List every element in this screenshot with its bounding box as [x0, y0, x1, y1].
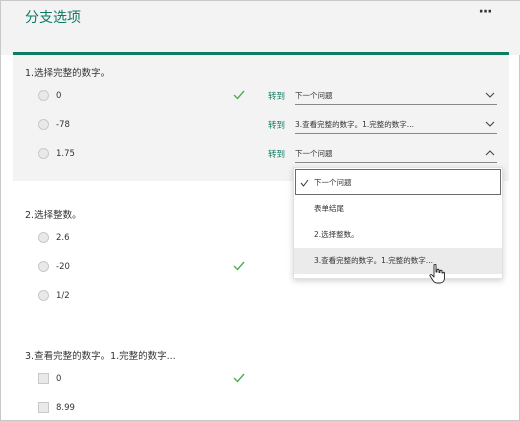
- page-title: 分支选项: [25, 10, 81, 26]
- branch-select-1[interactable]: 下一个问题: [295, 89, 497, 105]
- option-label: 1/2: [56, 290, 70, 301]
- dropdown-item-end-of-form[interactable]: 表单结尾: [294, 196, 502, 222]
- branch-select-3[interactable]: 下一个问题: [295, 147, 497, 163]
- question-2-option-1[interactable]: 2.6: [38, 232, 70, 243]
- option-label: 2.6: [56, 232, 70, 243]
- checkmark-icon: [300, 179, 309, 187]
- checkbox[interactable]: [38, 402, 49, 413]
- dropdown-item-label: 下一个问题: [314, 178, 352, 187]
- option-label: 8.99: [56, 402, 75, 413]
- more-options-button[interactable]: ···: [473, 5, 497, 23]
- radio-button[interactable]: [38, 148, 49, 159]
- select-value: 下一个问题: [295, 149, 333, 158]
- dropdown-item-label: 2.选择整数。: [314, 230, 359, 239]
- checkmark-icon[interactable]: [233, 90, 245, 100]
- dropdown-item-question-3[interactable]: 3.查看完整的数字。1.完整的数字...: [294, 248, 502, 274]
- checkmark-icon[interactable]: [233, 373, 245, 383]
- question-2-title: 2.选择整数。: [25, 210, 82, 221]
- question-1-option-1[interactable]: 0: [38, 90, 61, 101]
- select-value: 3.查看完整的数字。1.完整的数字...: [295, 120, 414, 129]
- question-2-option-2[interactable]: -20: [38, 261, 70, 272]
- question-1-option-3[interactable]: 1.75: [38, 148, 75, 159]
- branch-select-2[interactable]: 3.查看完整的数字。1.完整的数字...: [295, 118, 497, 134]
- hand-pointer-icon: [429, 264, 445, 284]
- option-label: 0: [56, 373, 62, 384]
- option-label: 0: [56, 90, 62, 101]
- panel-header: 分支选项 ···: [1, 1, 520, 55]
- branching-panel: 分支选项 ··· 1.选择完整的数字。 0 转到 下一个问题 -78 转到 3.…: [0, 0, 520, 421]
- dropdown-item-question-2[interactable]: 2.选择整数。: [294, 222, 502, 248]
- question-1-title: 1.选择完整的数字。: [25, 68, 111, 79]
- goto-label: 转到: [268, 92, 286, 102]
- radio-button[interactable]: [38, 90, 49, 101]
- dropdown-item-next-question[interactable]: 下一个问题: [295, 169, 501, 195]
- question-3-option-1[interactable]: 0: [38, 373, 61, 384]
- checkbox[interactable]: [38, 373, 49, 384]
- goto-label: 转到: [268, 150, 286, 160]
- dropdown-item-label: 3.查看完整的数字。1.完整的数字...: [314, 256, 433, 265]
- radio-button[interactable]: [38, 232, 49, 243]
- goto-label: 转到: [268, 121, 286, 131]
- question-3-title: 3.查看完整的数字。1.完整的数字...: [25, 351, 176, 362]
- option-label: -78: [56, 119, 70, 130]
- question-1-option-2[interactable]: -78: [38, 119, 70, 130]
- question-3-option-2[interactable]: 8.99: [38, 402, 75, 413]
- dropdown-item-label: 表单结尾: [314, 204, 344, 213]
- chevron-up-icon: [485, 150, 495, 156]
- radio-button[interactable]: [38, 290, 49, 301]
- option-label: 1.75: [56, 148, 75, 159]
- radio-button[interactable]: [38, 261, 49, 272]
- radio-button[interactable]: [38, 119, 49, 130]
- chevron-down-icon: [485, 92, 495, 98]
- chevron-down-icon: [485, 121, 495, 127]
- checkmark-icon[interactable]: [233, 261, 245, 271]
- question-2-option-3[interactable]: 1/2: [38, 290, 70, 301]
- option-label: -20: [56, 261, 70, 272]
- select-value: 下一个问题: [295, 91, 333, 100]
- branch-dropdown-menu: 下一个问题 表单结尾 2.选择整数。 3.查看完整的数字。1.完整的数字...: [293, 167, 503, 279]
